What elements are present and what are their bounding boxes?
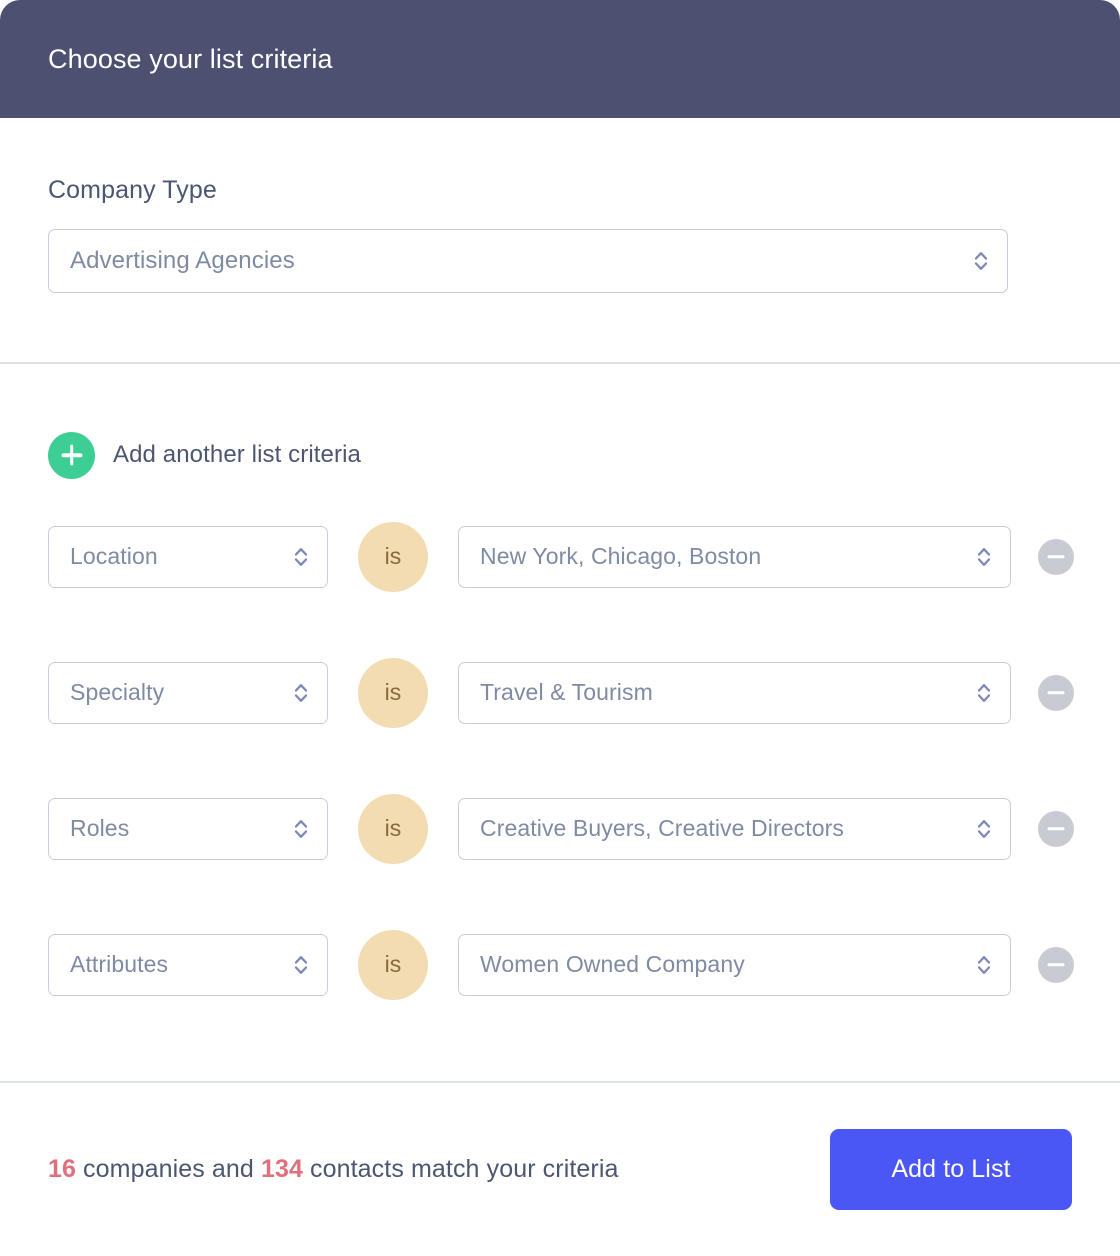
criteria-value-text: Travel & Tourism <box>480 679 653 706</box>
criteria-field-value: Attributes <box>70 951 169 978</box>
remove-criteria-button[interactable] <box>1038 674 1074 711</box>
company-type-label: Company Type <box>48 176 217 204</box>
chevron-up-down-icon <box>974 252 988 270</box>
company-type-section: Company Type Advertising Agencies <box>0 118 1120 362</box>
criteria-builder: Add another list criteria Location is Ne… <box>0 364 1120 1082</box>
chevron-up-down-icon <box>977 819 991 838</box>
card-header: Choose your list criteria <box>0 0 1120 118</box>
criteria-field-select[interactable]: Specialty <box>48 661 328 724</box>
chevron-up-down-icon <box>294 547 308 566</box>
criteria-field-value: Location <box>70 543 158 570</box>
companies-word: companies and <box>76 1155 261 1183</box>
criteria-operator-label: is <box>384 815 402 842</box>
criteria-operator-label: is <box>384 543 402 570</box>
criteria-row: Attributes is Women Owned Company <box>48 929 1074 1000</box>
criteria-operator-label: is <box>384 951 402 978</box>
remove-criteria-button[interactable] <box>1038 946 1074 983</box>
criteria-value-text: Women Owned Company <box>480 951 745 978</box>
contacts-suffix: contacts match your criteria <box>302 1155 619 1183</box>
criteria-row: Roles is Creative Buyers, Creative Direc… <box>48 793 1074 864</box>
chevron-up-down-icon <box>977 547 991 566</box>
criteria-field-value: Roles <box>70 815 130 842</box>
add-to-list-button[interactable]: Add to List <box>830 1129 1072 1210</box>
contacts-count: 134 <box>260 1155 303 1183</box>
criteria-operator-label: is <box>384 679 402 706</box>
chevron-up-down-icon <box>294 819 308 838</box>
company-type-value: Advertising Agencies <box>70 247 295 274</box>
companies-count: 16 <box>48 1155 77 1183</box>
criteria-field-select[interactable]: Attributes <box>48 933 328 996</box>
add-criteria-label: Add another list criteria <box>113 441 361 469</box>
remove-criteria-button[interactable] <box>1038 810 1074 847</box>
company-type-select[interactable]: Advertising Agencies <box>48 229 1008 293</box>
criteria-field-value: Specialty <box>70 679 165 706</box>
criteria-value-select[interactable]: Women Owned Company <box>458 933 1011 996</box>
criteria-value-text: Creative Buyers, Creative Directors <box>480 815 844 842</box>
chevron-up-down-icon <box>977 683 991 702</box>
criteria-row: Specialty is Travel & Tourism <box>48 657 1074 728</box>
plus-icon[interactable] <box>48 431 95 479</box>
criteria-operator-badge[interactable]: is <box>358 929 428 1000</box>
criteria-operator-badge[interactable]: is <box>358 657 428 728</box>
criteria-value-select[interactable]: Travel & Tourism <box>458 661 1011 724</box>
criteria-operator-badge[interactable]: is <box>358 521 428 592</box>
add-criteria-button[interactable]: Add another list criteria <box>48 431 361 479</box>
criteria-value-select[interactable]: New York, Chicago, Boston <box>458 525 1011 588</box>
chevron-up-down-icon <box>977 955 991 974</box>
criteria-field-select[interactable]: Roles <box>48 797 328 860</box>
page-title: Choose your list criteria <box>48 43 333 74</box>
criteria-operator-badge[interactable]: is <box>358 793 428 864</box>
list-criteria-card: Choose your list criteria Company Type A… <box>0 0 1120 1256</box>
remove-criteria-button[interactable] <box>1038 538 1074 575</box>
criteria-value-select[interactable]: Creative Buyers, Creative Directors <box>458 797 1011 860</box>
criteria-row: Location is New York, Chicago, Boston <box>48 521 1074 592</box>
criteria-value-text: New York, Chicago, Boston <box>480 543 762 570</box>
match-summary: 16 companies and 134 contacts match your… <box>48 1155 619 1184</box>
chevron-up-down-icon <box>294 683 308 702</box>
criteria-field-select[interactable]: Location <box>48 525 328 588</box>
card-footer: 16 companies and 134 contacts match your… <box>0 1083 1120 1256</box>
chevron-up-down-icon <box>294 955 308 974</box>
